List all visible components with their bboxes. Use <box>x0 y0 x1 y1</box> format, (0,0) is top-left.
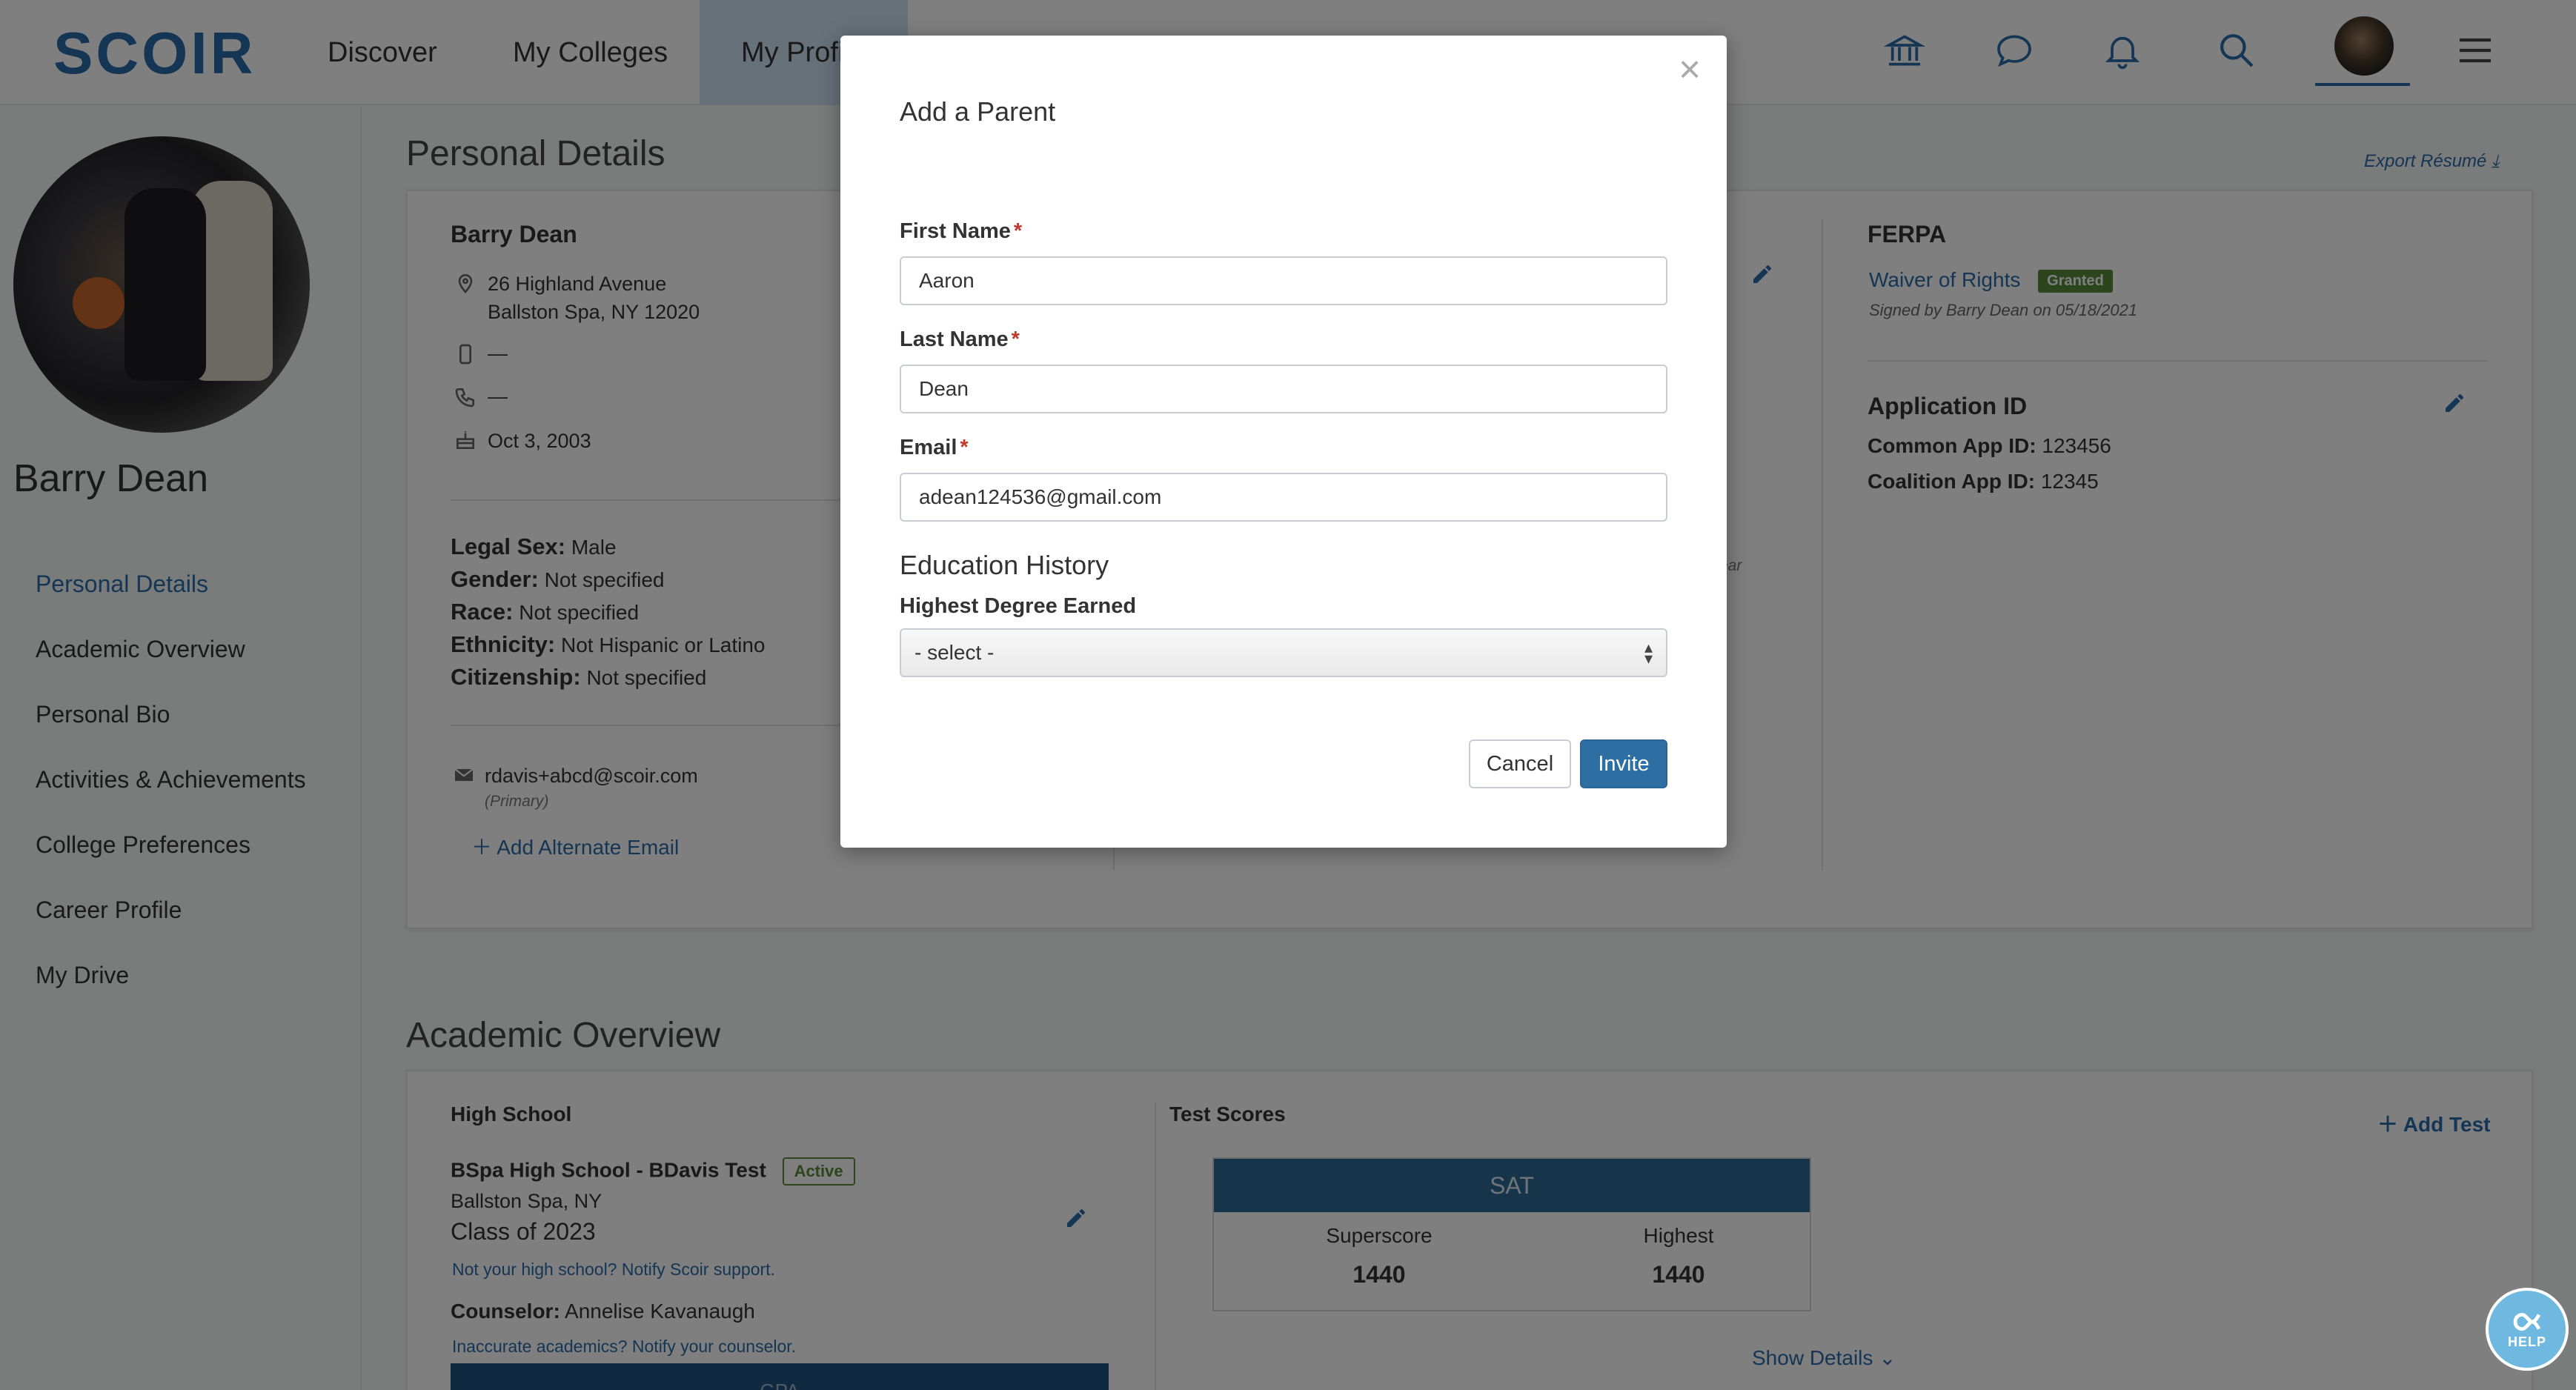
add-parent-modal: × Add a Parent First Name* Last Name* Em… <box>840 36 1727 848</box>
education-history-title: Education History <box>900 550 1109 580</box>
select-value: - select - <box>914 641 995 664</box>
email-label: Email * <box>900 436 969 459</box>
modal-title: Add a Parent <box>900 96 1056 127</box>
email-input[interactable] <box>900 473 1667 522</box>
help-button[interactable]: HELP <box>2486 1288 2569 1371</box>
highest-degree-label: Highest Degree Earned <box>900 594 1137 618</box>
highest-degree-select[interactable]: - select - ▴ ▾ <box>900 628 1667 677</box>
close-icon[interactable]: × <box>1669 49 1710 90</box>
infinity-icon <box>2513 1312 2541 1331</box>
cancel-button[interactable]: Cancel <box>1469 739 1571 788</box>
select-arrows-icon: ▴ ▾ <box>1644 637 1653 668</box>
last-name-label: Last Name * <box>900 327 1020 351</box>
invite-button[interactable]: Invite <box>1580 739 1667 788</box>
first-name-label: First Name * <box>900 219 1023 243</box>
first-name-input[interactable] <box>900 256 1667 305</box>
last-name-input[interactable] <box>900 365 1667 413</box>
